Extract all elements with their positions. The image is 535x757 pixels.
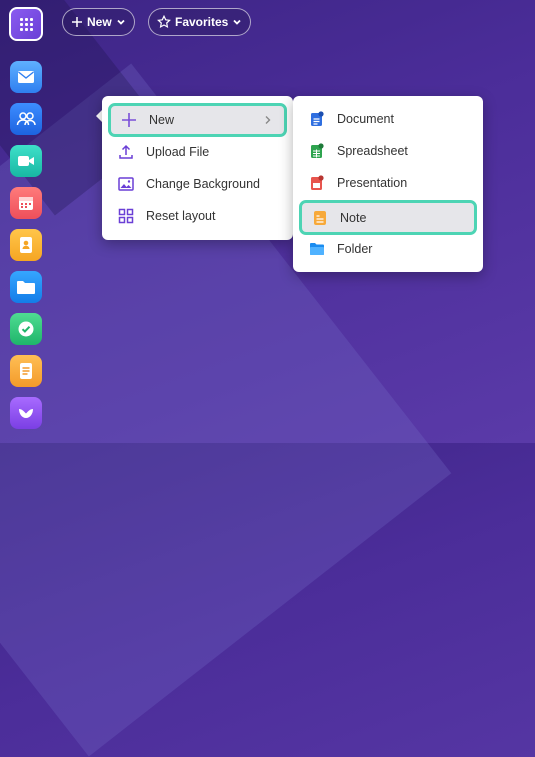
- submenu-item-presentation[interactable]: Presentation: [299, 168, 477, 198]
- submenu-item-label: Presentation: [337, 176, 408, 190]
- grid-icon: [19, 17, 33, 31]
- submenu-item-label: Spreadsheet: [337, 144, 408, 158]
- favorites-button[interactable]: Favorites: [148, 8, 252, 36]
- files-app-icon[interactable]: [10, 271, 42, 303]
- presentation-icon: [308, 174, 326, 192]
- upload-icon: [117, 143, 135, 161]
- video-app-icon[interactable]: [10, 145, 42, 177]
- apps-grid-button[interactable]: [9, 7, 43, 41]
- context-menu: New Upload File Change Background Reset …: [102, 96, 293, 240]
- calendar-app-icon[interactable]: [10, 187, 42, 219]
- submenu-item-document[interactable]: Document: [299, 104, 477, 134]
- new-submenu: Document Spreadsheet Presentation Note F…: [293, 96, 483, 272]
- notes-app-icon[interactable]: [10, 355, 42, 387]
- other-app-icon[interactable]: [10, 397, 42, 429]
- new-button[interactable]: New: [62, 8, 135, 36]
- submenu-item-note[interactable]: Note: [299, 200, 477, 235]
- menu-item-reset-layout[interactable]: Reset layout: [108, 201, 287, 231]
- submenu-item-label: Note: [340, 210, 367, 225]
- layout-icon: [117, 207, 135, 225]
- folder-icon: [308, 240, 326, 258]
- image-icon: [117, 175, 135, 193]
- chevron-down-icon: [117, 19, 125, 25]
- chevron-right-icon: [265, 116, 271, 124]
- submenu-item-label: Folder: [337, 242, 373, 256]
- submenu-item-spreadsheet[interactable]: Spreadsheet: [299, 136, 477, 166]
- menu-item-label: Change Background: [146, 177, 260, 191]
- submenu-item-folder[interactable]: Folder: [299, 234, 477, 264]
- note-icon: [311, 209, 329, 227]
- menu-item-label: New: [149, 113, 175, 127]
- menu-item-change-background[interactable]: Change Background: [108, 169, 287, 199]
- mail-app-icon[interactable]: [10, 61, 42, 93]
- submenu-item-label: Document: [337, 112, 394, 126]
- menu-item-label: Reset layout: [146, 209, 216, 223]
- document-icon: [308, 110, 326, 128]
- star-icon: [157, 15, 171, 29]
- contacts-app-icon[interactable]: [10, 103, 42, 135]
- menu-item-new[interactable]: New: [108, 103, 287, 137]
- menu-item-label: Upload File: [146, 145, 210, 159]
- address-book-app-icon[interactable]: [10, 229, 42, 261]
- spreadsheet-icon: [308, 142, 326, 160]
- new-button-label: New: [87, 15, 112, 29]
- plus-icon: [120, 111, 138, 129]
- plus-icon: [72, 17, 82, 27]
- favorites-button-label: Favorites: [175, 15, 229, 29]
- tasks-app-icon[interactable]: [10, 313, 42, 345]
- menu-item-upload-file[interactable]: Upload File: [108, 137, 287, 167]
- chevron-down-icon: [233, 19, 241, 25]
